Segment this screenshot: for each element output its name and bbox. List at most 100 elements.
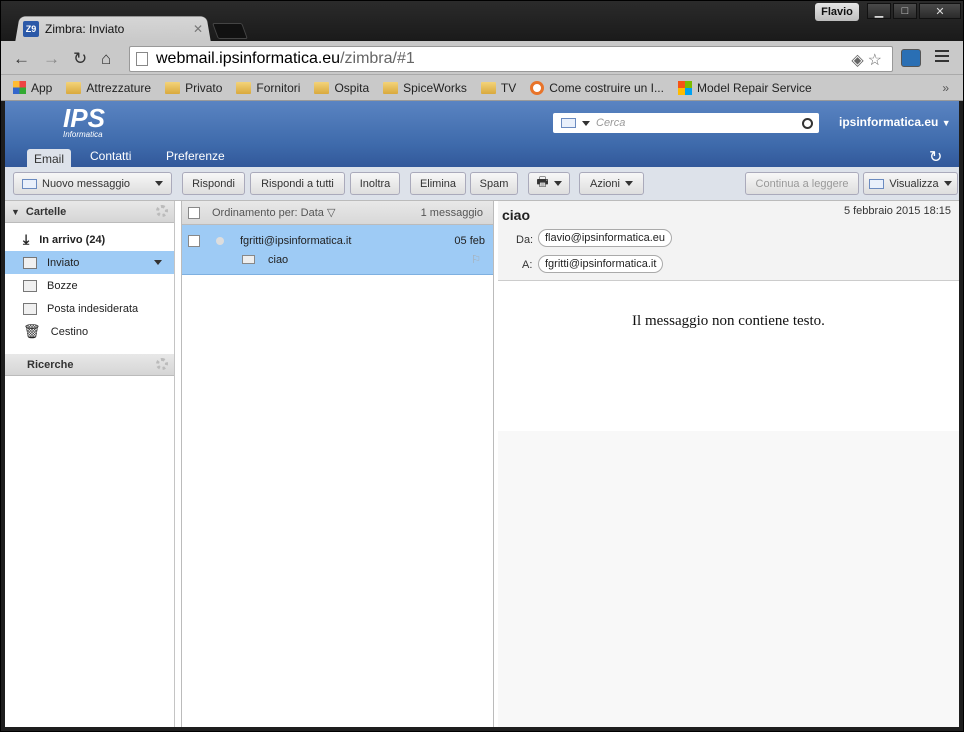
print-button[interactable]: 🖶 (528, 172, 570, 195)
bookmark-folder[interactable]: Privato (165, 81, 222, 95)
list-item[interactable]: fgritti@ipsinformatica.it 05 feb ciao ⚐ (182, 225, 493, 275)
chevron-down-icon[interactable] (154, 260, 162, 265)
delete-button[interactable]: Elimina (410, 172, 466, 195)
bookmark-folder[interactable]: TV (480, 81, 516, 95)
account-menu[interactable]: ipsinformatica.eu ▼ (839, 115, 951, 129)
spam-button[interactable]: Spam (470, 172, 518, 195)
new-tab-button[interactable] (212, 23, 248, 39)
select-all-checkbox[interactable] (188, 206, 200, 219)
maximize-icon[interactable]: □ (893, 3, 917, 19)
bookmark-link[interactable]: Model Repair Service (677, 80, 812, 95)
reply-button[interactable]: Rispondi (182, 172, 245, 195)
folder-icon (480, 81, 496, 94)
tab-email[interactable]: Email (27, 149, 71, 167)
url-path: /zimbra/#1 (340, 50, 415, 67)
bookmark-apps[interactable]: App (13, 81, 52, 95)
message-subject: ciao (268, 254, 289, 266)
view-button[interactable]: Visualizza (863, 172, 958, 195)
chevron-down-icon[interactable] (582, 120, 590, 126)
back-icon[interactable]: ← (13, 49, 30, 69)
bookmark-folder[interactable]: SpiceWorks (383, 81, 467, 95)
gear-icon[interactable] (156, 205, 168, 217)
sort-control[interactable]: Ordinamento per: Data ▽ (212, 206, 335, 219)
to-label: A: (522, 259, 533, 271)
flag-icon[interactable]: ⚐ (471, 253, 481, 266)
refresh-icon[interactable]: ↻ (929, 147, 942, 167)
tab-strip: Z9 Zimbra: Inviato ✕ Flavio ▁ □ ✕ (1, 1, 963, 43)
sidebar-item-sent[interactable]: Inviato (5, 251, 174, 274)
trash-icon: 🗑 (23, 323, 41, 339)
tab-preferences[interactable]: Preferenze (166, 149, 225, 163)
ips-logo: IPS (63, 103, 105, 133)
search-box[interactable]: Cerca (553, 113, 819, 133)
extension-icon[interactable] (901, 49, 921, 67)
to-address-bubble[interactable]: fgritti@ipsinformatica.it (538, 255, 664, 273)
message-header: ciao 5 febbraio 2015 18:15 Da: flavio@ip… (498, 201, 959, 281)
chevron-down-icon (624, 181, 633, 186)
forward-icon[interactable]: → (43, 49, 60, 69)
folder-icon (314, 81, 330, 94)
tab-title: Zimbra: Inviato (45, 22, 125, 36)
app-tabs: Email Contatti Preferenze ↻ (5, 145, 959, 167)
junk-icon (23, 302, 37, 315)
bookmark-link[interactable]: Come costruire un I... (530, 80, 664, 95)
browser-window: Z9 Zimbra: Inviato ✕ Flavio ▁ □ ✕ ← → ↻ … (0, 0, 964, 732)
bookmark-folder[interactable]: Ospita (314, 81, 369, 95)
site-favicon-icon (530, 80, 545, 95)
folder-pane: ▼ Cartelle ⤓ In arrivo (24) Inviato Bozze… (5, 201, 175, 727)
message-count: 1 messaggio (420, 207, 483, 219)
search-icon[interactable] (802, 117, 813, 129)
reply-all-button[interactable]: Rispondi a tutti (250, 172, 345, 195)
minimize-icon[interactable]: ▁ (867, 3, 891, 19)
reload-icon[interactable]: ↻ (73, 49, 87, 69)
sidebar-item-junk[interactable]: Posta indesiderata (5, 297, 174, 320)
url-host: webmail.ipsinformatica.eu (156, 50, 341, 67)
message-checkbox[interactable] (188, 235, 200, 247)
folder-icon (66, 81, 82, 94)
from-address-bubble[interactable]: flavio@ipsinformatica.eu (538, 229, 672, 247)
actions-button[interactable]: Azioni (579, 172, 644, 195)
message-body-text: Il messaggio non contiene testo. (632, 313, 825, 329)
collapse-triangle-icon[interactable]: ▼ (11, 207, 20, 217)
search-input[interactable]: Cerca (596, 117, 796, 129)
sidebar-item-inbox[interactable]: ⤓ In arrivo (24) (5, 228, 174, 251)
tab-close-icon[interactable]: ✕ (193, 22, 203, 36)
message-from: fgritti@ipsinformatica.it (240, 235, 352, 247)
chevron-down-icon[interactable] (155, 181, 163, 186)
new-message-button[interactable]: Nuovo messaggio (13, 172, 172, 195)
home-icon[interactable]: ⌂ (101, 49, 111, 69)
sent-icon (23, 256, 37, 269)
folder-icon (383, 81, 399, 94)
folders-header[interactable]: ▼ Cartelle (5, 201, 174, 223)
app-header: IPS Informatica Cerca ipsinformatica.eu … (5, 101, 959, 145)
read-status-icon[interactable] (216, 237, 224, 245)
chevron-down-icon (553, 181, 562, 186)
chrome-menu-icon[interactable] (935, 50, 949, 65)
close-window-icon[interactable]: ✕ (919, 3, 961, 19)
chevron-down-icon: ▼ (941, 118, 951, 128)
ips-logo-subtitle: Informatica (63, 130, 103, 139)
printer-icon: 🖶 (536, 173, 549, 189)
apps-grid-icon (13, 81, 26, 94)
bookmark-folder[interactable]: Attrezzature (66, 81, 151, 95)
searches-header[interactable]: Ricerche (5, 354, 174, 376)
more-bookmarks-icon[interactable]: » (942, 81, 949, 95)
mail-search-type-icon[interactable] (561, 118, 576, 128)
mail-toolbar: Nuovo messaggio Rispondi Rispondi a tutt… (5, 167, 959, 201)
new-mail-icon (22, 178, 37, 189)
bookmark-folder[interactable]: Fornitori (236, 81, 300, 95)
bookmarks-bar: App Attrezzature Privato Fornitori Ospit… (1, 75, 963, 101)
forward-button[interactable]: Inoltra (350, 172, 400, 195)
sidebar-item-drafts[interactable]: Bozze (5, 274, 174, 297)
browser-tab-content[interactable]: Z9 Zimbra: Inviato ✕ (23, 19, 203, 39)
view-mail-icon (869, 178, 885, 189)
reading-pane-empty-area (498, 431, 959, 727)
profile-button[interactable]: Flavio (815, 3, 859, 21)
continue-reading-button[interactable]: Continua a leggere (745, 172, 859, 195)
tab-contacts[interactable]: Contatti (90, 149, 131, 163)
gear-icon[interactable] (156, 358, 168, 370)
address-bar[interactable]: webmail.ipsinformatica.eu/zimbra/#1 ◈☆ (129, 46, 893, 72)
message-date: 05 feb (454, 235, 485, 247)
bookmark-star-icon[interactable]: ◈☆ (851, 50, 886, 70)
sidebar-item-trash[interactable]: 🗑 Cestino (5, 320, 174, 343)
